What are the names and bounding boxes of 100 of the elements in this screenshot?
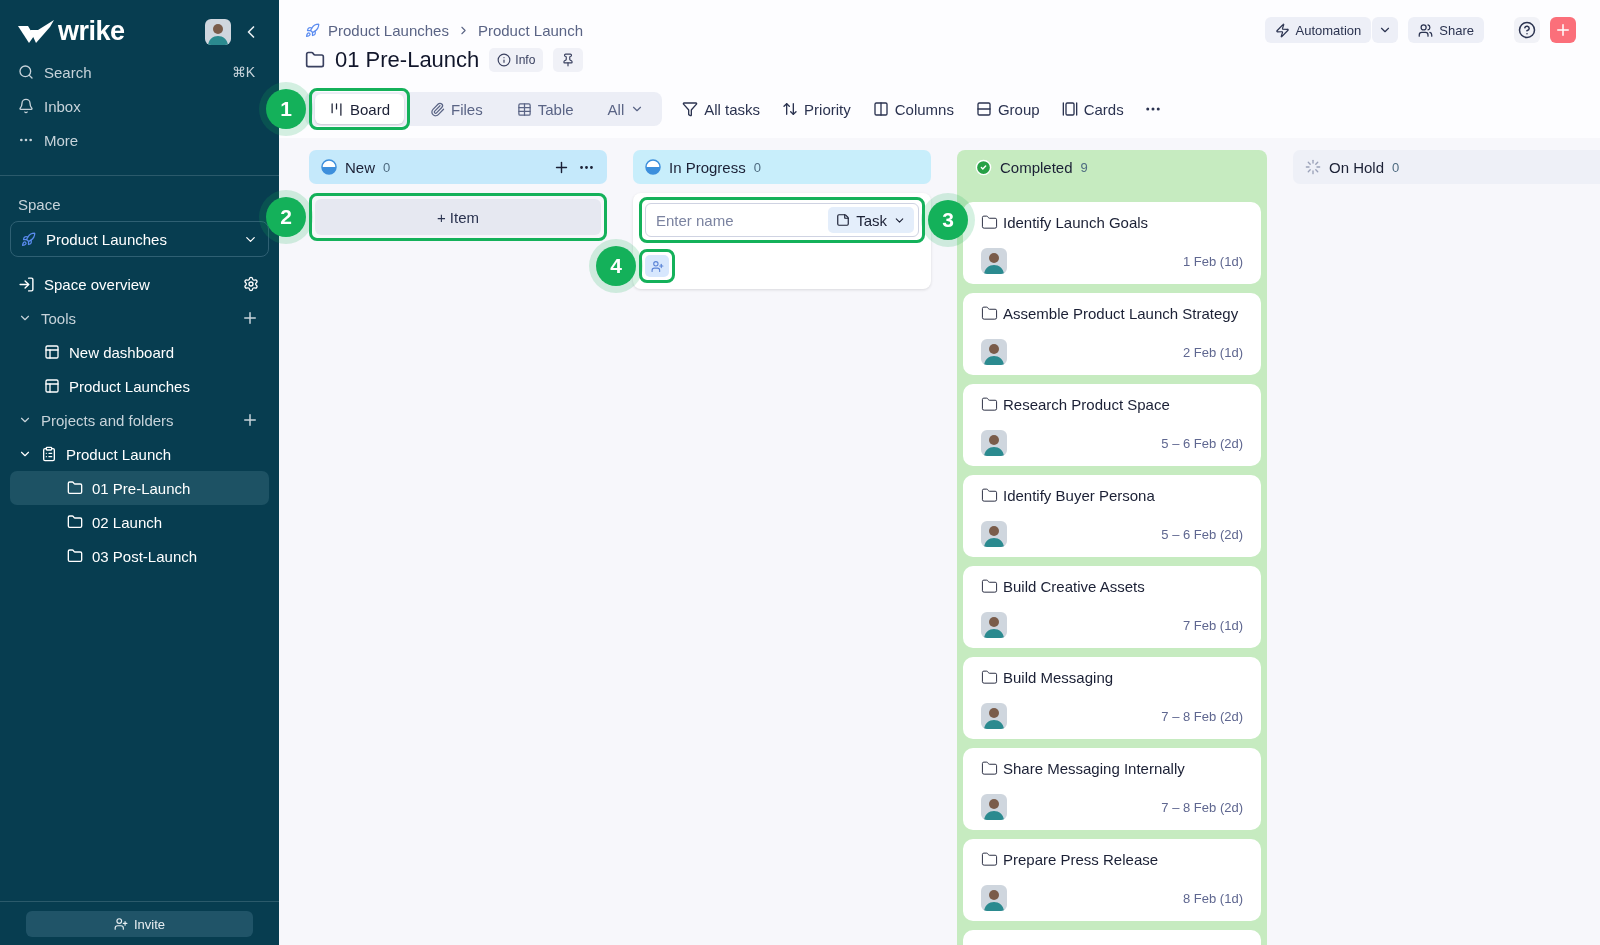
task-card[interactable]: Prepare Press Release 8 Feb (1d) xyxy=(963,839,1261,921)
wrike-logo[interactable]: wrike xyxy=(18,16,125,47)
folder-icon xyxy=(981,851,998,868)
enter-icon xyxy=(18,275,35,293)
info-button[interactable]: Info xyxy=(489,48,544,72)
task-card[interactable]: Identify Launch Goals 1 Feb (1d) xyxy=(963,202,1261,284)
invite-button[interactable]: Invite xyxy=(26,911,253,937)
help-icon xyxy=(1518,21,1536,39)
folder-icon xyxy=(981,669,998,686)
folder-icon xyxy=(981,578,998,595)
callout-number: 2 xyxy=(266,197,306,237)
sort-icon xyxy=(782,101,799,117)
avatar xyxy=(981,339,1007,365)
column-count: 9 xyxy=(1080,159,1088,175)
view-tab[interactable]: Board xyxy=(315,94,405,124)
tree-item[interactable]: 03 Post-Launch xyxy=(10,539,269,573)
tree-item[interactable]: New dashboard xyxy=(10,335,269,369)
folder-icon xyxy=(67,548,83,564)
add-button[interactable] xyxy=(1550,17,1576,43)
settings-icon[interactable] xyxy=(243,276,259,292)
shortcut: ⌘K xyxy=(231,64,255,80)
task-date: 7 – 8 Feb (2d) xyxy=(1161,708,1243,724)
task-card[interactable]: Build Creative Assets 7 Feb (1d) xyxy=(963,566,1261,648)
columns-icon xyxy=(872,101,889,117)
toolbar-button[interactable]: Columns xyxy=(870,94,956,124)
task-card[interactable]: Assemble Product Launch Strategy 2 Feb (1d) xyxy=(963,293,1261,375)
column-count: 0 xyxy=(1392,159,1400,175)
task-date: 2 Feb (1d) xyxy=(1183,344,1243,360)
space-overview[interactable]: Space overview xyxy=(10,267,269,301)
tree-item[interactable]: Product Launch xyxy=(10,437,269,471)
tools-header[interactable]: Tools xyxy=(10,301,269,335)
avatar xyxy=(981,885,1007,911)
view-tab[interactable]: Files xyxy=(416,94,497,124)
name-field[interactable]: Enter name Task xyxy=(645,203,919,237)
pin-button[interactable] xyxy=(553,48,584,72)
task-date: 7 Feb (1d) xyxy=(1183,617,1243,633)
folder-icon xyxy=(981,214,998,231)
task-title: Share Messaging Internally xyxy=(1003,760,1185,777)
users-icon xyxy=(1418,22,1434,38)
add-item-button[interactable]: + Item xyxy=(315,199,601,235)
board-icon xyxy=(329,101,344,117)
avatar xyxy=(981,794,1007,820)
task-title: Identify Buyer Persona xyxy=(1003,487,1155,504)
folder-icon xyxy=(981,396,998,413)
avatar xyxy=(205,18,231,45)
note-icon xyxy=(836,213,851,227)
task-title: Identify Launch Goals xyxy=(1003,214,1149,231)
avatar xyxy=(981,612,1007,638)
view-tab[interactable]: All xyxy=(593,94,659,124)
assign-button[interactable] xyxy=(645,255,669,277)
automation-button[interactable]: Automation xyxy=(1264,17,1372,43)
inbox-icon xyxy=(18,98,34,114)
nav-item[interactable]: Search ⌘K xyxy=(0,55,255,89)
task-card[interactable]: Build Messaging 7 – 8 Feb (2d) xyxy=(963,657,1261,739)
avatar xyxy=(981,521,1007,547)
task-card[interactable]: Identify Buyer Persona 5 – 6 Feb (2d) xyxy=(963,475,1261,557)
column-count: 0 xyxy=(383,159,391,175)
task-card[interactable]: Share Messaging Internally 7 – 8 Feb (2d) xyxy=(963,748,1261,830)
avatar xyxy=(981,703,1007,729)
folder-icon xyxy=(67,480,83,496)
avatar xyxy=(981,430,1007,456)
files-icon xyxy=(430,101,446,117)
folder-icon xyxy=(67,514,83,530)
space-selector[interactable]: Product Launches xyxy=(10,221,269,257)
dashboard-icon xyxy=(44,378,60,394)
toolbar-button[interactable]: Cards xyxy=(1059,94,1126,124)
pin-icon xyxy=(561,53,576,67)
lightning-icon xyxy=(1274,22,1290,38)
section-label: Space xyxy=(17,195,62,215)
column-title: In Progress xyxy=(669,158,746,176)
task-title: Prepare Press Release xyxy=(1003,851,1159,868)
avatar xyxy=(981,248,1007,274)
toolbar-button[interactable]: Priority xyxy=(780,94,853,124)
search-icon xyxy=(18,64,34,80)
task-title: Build Messaging xyxy=(1003,669,1114,686)
folder-icon xyxy=(981,760,998,777)
tree-item[interactable]: Product Launches xyxy=(10,369,269,403)
breadcrumb-link[interactable]: Product Launch xyxy=(477,21,583,39)
task-card[interactable]: Research Product Space 5 – 6 Feb (2d) xyxy=(963,384,1261,466)
rocket-icon xyxy=(305,22,320,38)
view-tab[interactable]: Table xyxy=(502,94,588,124)
folder-icon xyxy=(981,487,998,504)
type-dropdown[interactable]: Task xyxy=(828,207,914,233)
nav-item[interactable]: Inbox xyxy=(0,89,255,123)
dotted-circle-icon xyxy=(1305,159,1321,175)
tree-item[interactable]: 02 Launch xyxy=(10,505,269,539)
folder-icon xyxy=(981,305,998,322)
callout-number: 3 xyxy=(928,200,968,240)
tree-item[interactable]: 01 Pre-Launch xyxy=(10,471,269,505)
half-circle-icon xyxy=(645,159,661,175)
toolbar-button[interactable]: All tasks xyxy=(680,94,763,124)
breadcrumb-link[interactable]: Product Launches xyxy=(328,21,449,39)
toolbar-button[interactable]: Group xyxy=(973,94,1042,124)
nav-item[interactable]: More xyxy=(0,123,255,157)
share-button[interactable]: Share xyxy=(1408,17,1484,43)
filter-icon xyxy=(682,101,699,117)
projects-header[interactable]: Projects and folders xyxy=(10,403,269,437)
task-title: Build Creative Assets xyxy=(1003,578,1145,595)
help-button[interactable] xyxy=(1514,17,1540,43)
table-icon xyxy=(516,101,532,117)
